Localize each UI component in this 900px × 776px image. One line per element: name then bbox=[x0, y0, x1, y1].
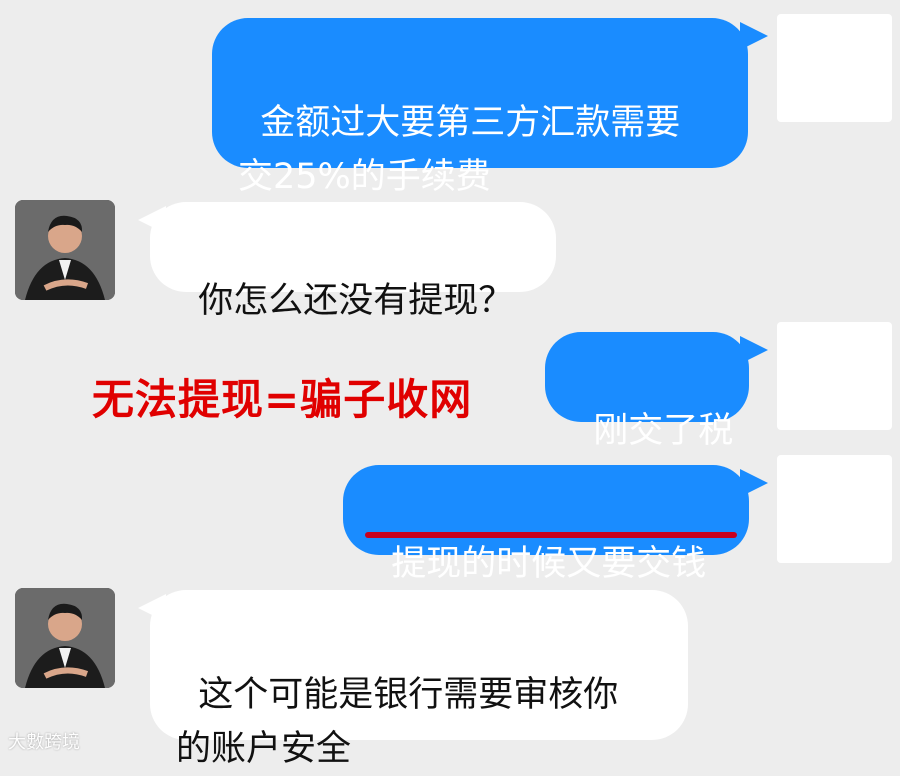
watermark-logo: 大數跨境 bbox=[8, 732, 80, 753]
warning-annotation: 无法提现=骗子收网 bbox=[92, 375, 473, 424]
message-bubble-peer[interactable]: 你怎么还没有提现？ bbox=[150, 202, 556, 321]
peer-avatar[interactable] bbox=[15, 200, 115, 300]
highlight-underline bbox=[365, 532, 737, 538]
bubble-tail bbox=[740, 469, 768, 497]
self-avatar[interactable] bbox=[777, 455, 892, 563]
message-text: 提现的时候又要交钱 bbox=[391, 544, 707, 584]
message-text: 金额过大要第三方汇款需要 交25%的手续费 bbox=[238, 103, 681, 197]
self-avatar[interactable] bbox=[777, 14, 892, 122]
person-avatar-icon bbox=[15, 200, 115, 300]
bubble-tail bbox=[740, 22, 768, 50]
message-bubble-peer[interactable]: 这个可能是银行需要审核你 的账户安全 bbox=[150, 590, 688, 769]
message-text: 这个可能是银行需要审核你 的账户安全 bbox=[176, 675, 619, 769]
person-avatar-icon bbox=[15, 588, 115, 688]
message-bubble-self[interactable]: 提现的时候又要交钱 bbox=[343, 465, 749, 584]
self-avatar[interactable] bbox=[777, 322, 892, 430]
message-text: 刚交了税 bbox=[593, 411, 734, 451]
message-text: 你怎么还没有提现？ bbox=[198, 281, 514, 321]
bubble-tail bbox=[740, 336, 768, 364]
message-bubble-self[interactable]: 金额过大要第三方汇款需要 交25%的手续费 bbox=[212, 18, 748, 197]
peer-avatar[interactable] bbox=[15, 588, 115, 688]
message-bubble-self[interactable]: 刚交了税 bbox=[545, 332, 749, 451]
